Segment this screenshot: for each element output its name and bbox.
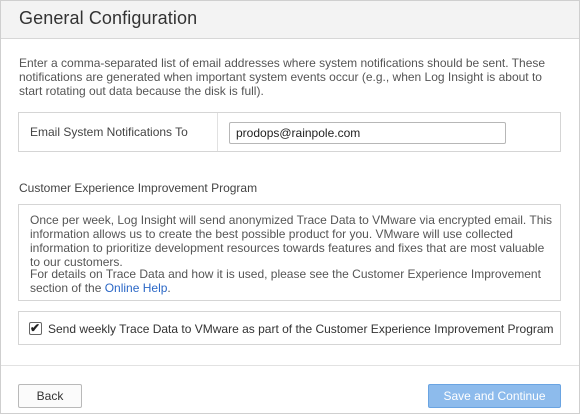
email-notifications-label: Email System Notifications To [30,125,188,139]
ceip-opt-in-label[interactable]: Send weekly Trace Data to VMware as part… [48,322,554,336]
ceip-info-box: Once per week, Log Insight will send ano… [18,204,561,301]
ceip-opt-in-checkbox[interactable]: ✔ [29,321,42,335]
checkmark-icon: ✔ [30,321,41,335]
ceip-details-text: For details on Trace Data and how it is … [30,267,555,295]
intro-text: Enter a comma-separated list of email ad… [19,56,546,98]
email-notifications-row: Email System Notifications To [18,112,561,152]
email-notifications-input[interactable] [229,122,506,144]
dialog-header: General Configuration [1,1,579,39]
save-and-continue-button[interactable]: Save and Continue [428,384,561,408]
online-help-link[interactable]: Online Help [105,281,168,295]
ceip-description: Once per week, Log Insight will send ano… [30,213,553,269]
general-configuration-dialog: General Configuration Enter a comma-sepa… [0,0,580,414]
ceip-opt-in-row: ✔ Send weekly Trace Data to VMware as pa… [18,311,561,345]
page-title: General Configuration [19,8,198,28]
back-button[interactable]: Back [18,384,82,408]
ceip-section-title: Customer Experience Improvement Program [19,181,258,195]
ceip-details-after: . [167,281,171,295]
email-label-cell: Email System Notifications To [19,113,218,151]
footer-divider [1,365,579,366]
